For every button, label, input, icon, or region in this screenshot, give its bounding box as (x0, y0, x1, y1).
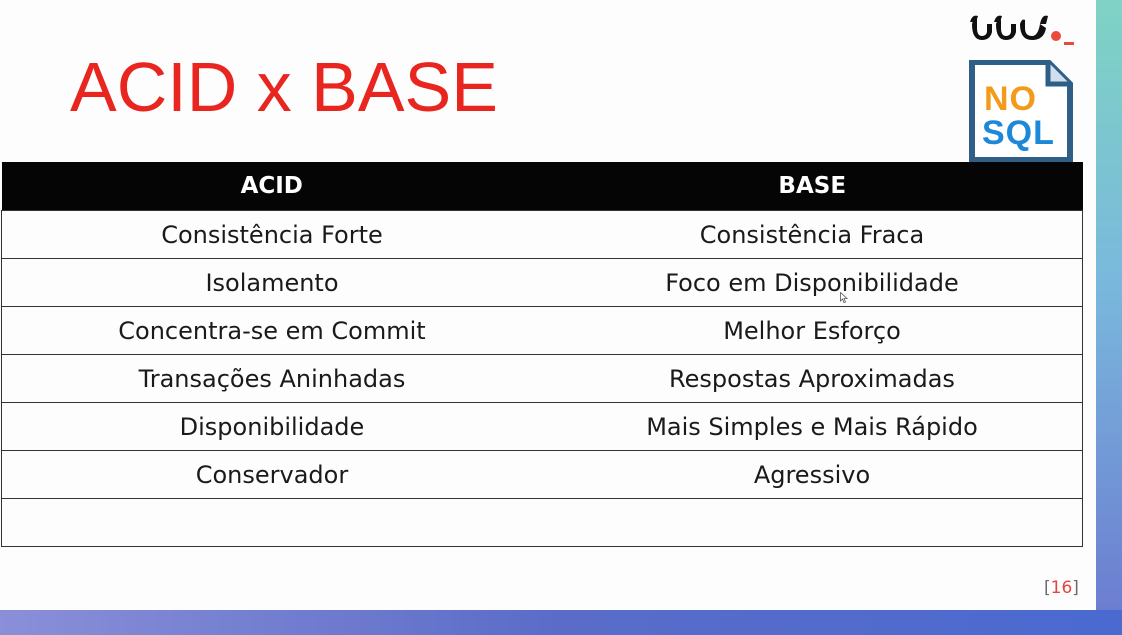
table-row-empty (0, 498, 1083, 547)
table-row: Conservador Agressivo (0, 450, 1083, 499)
table-row: Concentra-se em Commit Melhor Esforço (0, 306, 1083, 355)
presentation-slide: ACID x BASE NO SQL ACID BASE Consistênci… (0, 0, 1096, 610)
mouse-pointer-icon (840, 292, 848, 303)
acid-cell: Consistência Forte (0, 210, 542, 259)
slide-title: ACID x BASE (70, 48, 498, 126)
nosql-logo-no: NO (984, 80, 1037, 118)
acid-cell: Conservador (0, 450, 542, 499)
screen: ACID x BASE NO SQL ACID BASE Consistênci… (0, 0, 1122, 635)
base-cell (541, 498, 1083, 547)
page-bracket-close: ] (1072, 578, 1079, 598)
base-cell: Consistência Fraca (541, 210, 1083, 259)
slide-page-number: [16] (1044, 578, 1079, 598)
page-number-value: 16 (1050, 578, 1073, 598)
base-cell: Mais Simples e Mais Rápido (541, 402, 1083, 451)
table-row: Isolamento Foco em Disponibilidade (0, 258, 1083, 307)
table-row: Transações Aninhadas Respostas Aproximad… (0, 354, 1083, 403)
nosql-logo: NO SQL (968, 60, 1074, 164)
table-header-row: ACID BASE (1, 162, 1083, 211)
page-bracket-open: [ (1044, 578, 1051, 598)
nosql-logo-sql: SQL (982, 114, 1055, 152)
acid-cell: Transações Aninhadas (0, 354, 542, 403)
table-row: Disponibilidade Mais Simples e Mais Rápi… (0, 402, 1083, 451)
acid-cell: Disponibilidade (0, 402, 542, 451)
base-cell: Agressivo (541, 450, 1083, 499)
header-base: BASE (541, 162, 1083, 211)
bottom-band (0, 610, 1122, 635)
base-cell: Respostas Aproximadas (541, 354, 1083, 403)
acid-cell (0, 498, 542, 547)
brand-logo-icon (970, 15, 1074, 45)
acid-base-table: ACID BASE Consistência Forte Consistênci… (0, 162, 1083, 547)
base-cell: Melhor Esforço (541, 306, 1083, 355)
header-acid: ACID (1, 162, 542, 211)
base-cell: Foco em Disponibilidade (541, 258, 1083, 307)
acid-cell: Concentra-se em Commit (0, 306, 542, 355)
table-row: Consistência Forte Consistência Fraca (0, 210, 1083, 259)
acid-cell: Isolamento (0, 258, 542, 307)
